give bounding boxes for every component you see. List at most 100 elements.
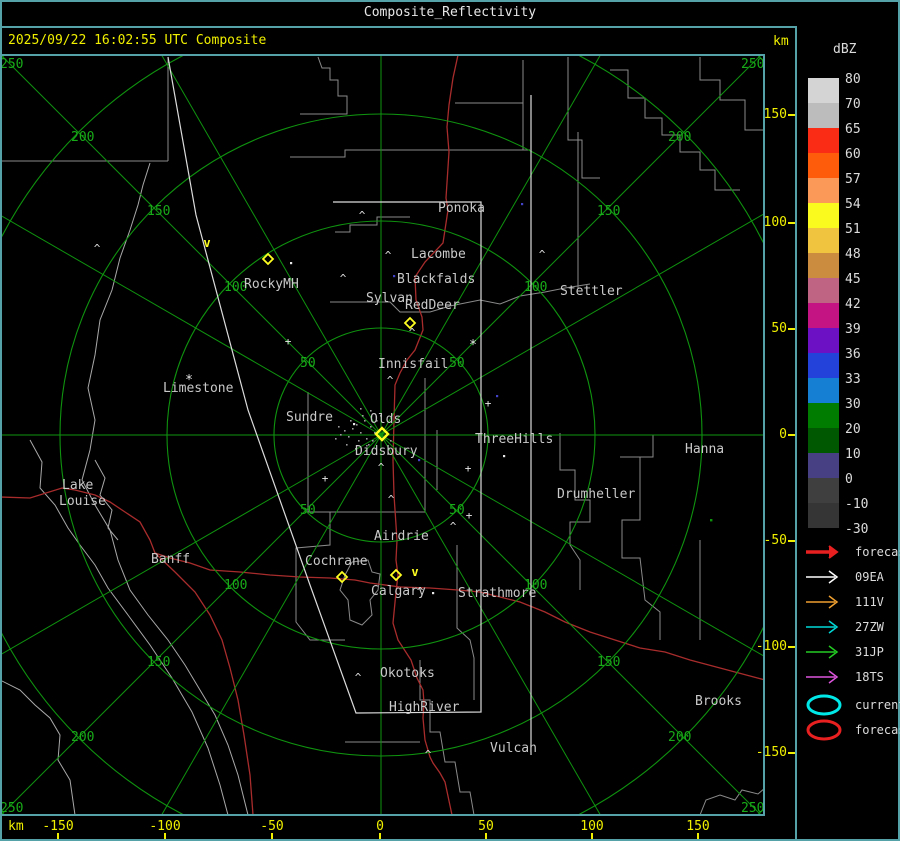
city-label: Olds: [370, 412, 401, 427]
right-axis-label: 50: [771, 321, 787, 336]
city-label: Hanna: [685, 442, 724, 457]
ring-distance-label: 200: [71, 130, 94, 145]
county-border: [290, 149, 530, 158]
dbz-tick-label: 70: [845, 97, 861, 112]
dbz-color-box: [808, 278, 839, 303]
radar-map-canvas[interactable]: 50 50 50 50 100 100 100 100 150 150 150 150 200 200 20…: [2, 56, 763, 814]
legend-label: forecast: [855, 723, 900, 737]
km-unit-label-bottom: km: [8, 819, 24, 834]
dbz-tick-label: 10: [845, 447, 861, 462]
bottom-axis-tick: [379, 833, 381, 839]
city-label: Innisfail: [378, 357, 448, 372]
bottom-axis-label: 0: [376, 819, 384, 834]
town-caret-marker: ^: [425, 748, 432, 761]
town-caret-marker: ^: [388, 493, 395, 506]
dbz-color-box: [808, 403, 839, 428]
dbz-tick-label: 42: [845, 297, 861, 312]
ring-distance-label: 100: [524, 280, 547, 295]
town-caret-marker: ^: [387, 374, 394, 387]
dbz-tick-label: 20: [845, 422, 861, 437]
ring-distance-label: 200: [668, 130, 691, 145]
clutter-speckle: [358, 440, 360, 442]
mountain-border: [81, 162, 249, 814]
town-caret-marker: ^: [340, 272, 347, 285]
city-label: ThreeHills: [475, 432, 553, 447]
green-speck: [710, 519, 713, 522]
right-axis-tick: [788, 540, 795, 542]
city-label: Cochrane: [305, 554, 368, 569]
title-separator: [0, 26, 900, 28]
legend-arrow-icon: [806, 570, 839, 584]
clutter-speckle: [356, 424, 358, 426]
timestamp-label: 2025/09/22 16:02:55 UTC Composite: [8, 33, 267, 48]
reflectivity-scale-panel: dBZ 80 70 65 60 57 54 51 48 45 42 39 36 33 30 20 10 0 -10…: [797, 2, 900, 839]
clutter-speckle: [362, 415, 364, 417]
right-axis-label: -100: [755, 639, 787, 654]
legend-arrow-icon: [806, 620, 839, 634]
blue-speck: [496, 395, 499, 398]
dbz-color-box: [808, 78, 839, 103]
dbz-tick-label: 80: [845, 72, 861, 87]
dbz-tick-label: 54: [845, 197, 861, 212]
right-axis-tick: [788, 434, 795, 436]
county-border: [300, 56, 348, 115]
city-label: Blackfalds: [397, 272, 475, 287]
city-label: Drumheller: [557, 487, 635, 502]
city-label: Airdrie: [374, 529, 429, 544]
legend-label: 18TS: [855, 670, 884, 684]
city-label: Strathmore: [458, 586, 536, 601]
clutter-speckle: [372, 440, 374, 442]
right-axis-label: -150: [755, 745, 787, 760]
dbz-color-box: [808, 353, 839, 378]
clutter-speckle: [350, 420, 352, 422]
town-plus-marker: +: [322, 472, 329, 485]
right-axis-tick: [788, 114, 795, 116]
ring-distance-label: 200: [71, 730, 94, 745]
clutter-speckle: [344, 430, 346, 432]
dbz-color-box: [808, 103, 839, 128]
town-plus-marker: +: [285, 335, 292, 348]
dbz-tick-label: -10: [845, 497, 869, 512]
dbz-color-box: [808, 178, 839, 203]
ring-distance-label: 50: [449, 503, 465, 518]
dbz-tick-label: 57: [845, 172, 861, 187]
ring-distance-label: 150: [597, 204, 620, 219]
city-label: Lacombe: [411, 247, 466, 262]
dbz-color-box: [808, 203, 839, 228]
city-label: Ponoka: [438, 201, 485, 216]
ring-distance-label: 50: [449, 356, 465, 371]
legend-arrow-icon: [806, 595, 839, 609]
legend-label: forecast: [855, 545, 900, 559]
legend-item: 09EA: [803, 567, 884, 587]
county-border: [621, 457, 661, 640]
town-dot-marker: [503, 455, 506, 458]
legend-ellipse-icon: [806, 719, 842, 741]
right-axis-label: -50: [763, 533, 787, 548]
blue-speck: [521, 203, 524, 206]
bottom-axis-tick: [57, 833, 59, 839]
dbz-tick-label: 45: [845, 272, 861, 287]
dbz-color-box: [808, 328, 839, 353]
town-dot-marker: [353, 423, 356, 426]
bottom-axis-tick: [591, 833, 593, 839]
bottom-axis-label: -50: [260, 819, 284, 834]
clutter-speckle: [340, 434, 342, 436]
town-caret-marker: ^: [378, 461, 385, 474]
city-label: Lake: [62, 478, 93, 493]
bottom-axis-label: 50: [478, 819, 494, 834]
city-label: Didsbury: [355, 444, 418, 459]
right-axis-label: 150: [763, 107, 787, 122]
dbz-color-box: [808, 453, 839, 478]
town-caret-marker: ^: [355, 671, 362, 684]
town-caret-marker: ^: [359, 209, 366, 222]
legend-item: forecast: [803, 542, 900, 562]
mountain-border: [2, 680, 76, 814]
right-axis-tick: [788, 752, 795, 754]
town-asterisk-marker: *: [469, 338, 477, 353]
town-caret-marker: ^: [94, 242, 101, 255]
ring-distance-label: 200: [668, 730, 691, 745]
county-border: [567, 57, 600, 179]
county-border: [620, 435, 654, 458]
town-plus-marker: +: [485, 397, 492, 410]
bottom-distance-axis: km -150 -100 -50 0 50 100 150: [0, 816, 795, 839]
